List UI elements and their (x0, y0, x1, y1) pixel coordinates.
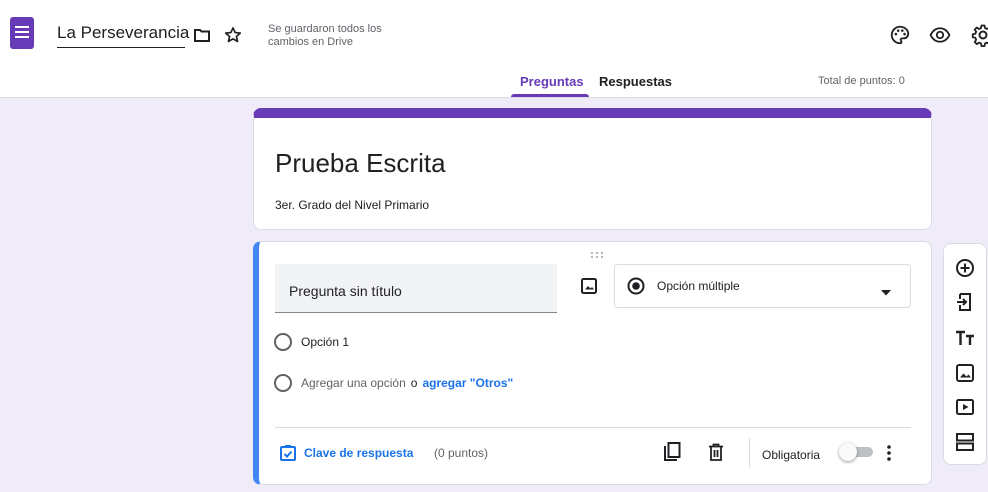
option-label[interactable]: Opción 1 (301, 335, 349, 349)
radio-button-icon (274, 333, 292, 351)
duplicate-icon[interactable] (662, 441, 682, 463)
add-other-link[interactable]: agregar "Otros" (422, 376, 513, 390)
add-video-icon[interactable] (955, 397, 975, 417)
settings-gear-icon[interactable] (971, 23, 988, 47)
google-forms-icon[interactable] (10, 17, 34, 49)
preview-eye-icon[interactable] (929, 26, 951, 44)
top-bar: La Perseverancia Se guardaron todos los … (0, 0, 988, 98)
delete-trash-icon[interactable] (708, 443, 724, 461)
required-toggle[interactable] (839, 443, 873, 461)
drag-handle-icon[interactable] (590, 246, 604, 258)
add-title-icon[interactable] (955, 328, 975, 348)
add-option-link[interactable]: Agregar una opción (301, 376, 406, 390)
add-section-icon[interactable] (955, 432, 975, 452)
add-option-container: Agregar una opción o agregar "Otros" (301, 376, 513, 390)
side-toolbar (943, 243, 987, 465)
star-icon[interactable] (223, 25, 243, 45)
toggle-thumb (839, 443, 857, 461)
answer-key-checkbox-icon[interactable] (279, 444, 297, 462)
form-header-card[interactable]: Prueba Escrita 3er. Grado del Nivel Prim… (253, 108, 932, 230)
question-title-text: Pregunta sin título (289, 283, 402, 299)
or-text: o (410, 376, 418, 390)
dropdown-arrow-icon (881, 283, 891, 296)
points-label: (0 puntos) (434, 446, 489, 460)
form-title[interactable]: Prueba Escrita (275, 148, 446, 179)
required-label: Obligatoria (762, 448, 821, 462)
add-image-icon[interactable] (955, 363, 975, 383)
folder-icon[interactable] (193, 26, 211, 44)
form-description[interactable]: 3er. Grado del Nivel Primario (275, 198, 429, 212)
palette-icon[interactable] (889, 24, 911, 46)
tab-respuestas[interactable]: Respuestas (599, 74, 672, 89)
radio-button-checked-icon (627, 277, 645, 295)
question-title-input[interactable]: Pregunta sin título (275, 264, 557, 313)
add-question-icon[interactable] (955, 258, 975, 278)
question-card[interactable]: Pregunta sin título Opción múltiple Opci… (253, 241, 932, 485)
active-tab-indicator (511, 94, 589, 97)
save-status-text: Se guardaron todos los cambios en Drive (268, 23, 382, 48)
radio-button-icon (274, 374, 292, 392)
question-type-label: Opción múltiple (657, 279, 740, 293)
tab-preguntas[interactable]: Preguntas (520, 74, 584, 89)
divider (275, 427, 911, 428)
answer-key-button[interactable]: Clave de respuesta (304, 446, 413, 460)
form-name-input[interactable]: La Perseverancia (57, 23, 189, 48)
question-type-select[interactable]: Opción múltiple (614, 264, 911, 308)
more-options-icon[interactable] (886, 444, 892, 462)
import-questions-icon[interactable] (955, 292, 975, 312)
add-image-icon[interactable] (580, 277, 598, 295)
total-points-label: Total de puntos: 0 (818, 75, 905, 87)
vertical-divider (749, 438, 750, 468)
